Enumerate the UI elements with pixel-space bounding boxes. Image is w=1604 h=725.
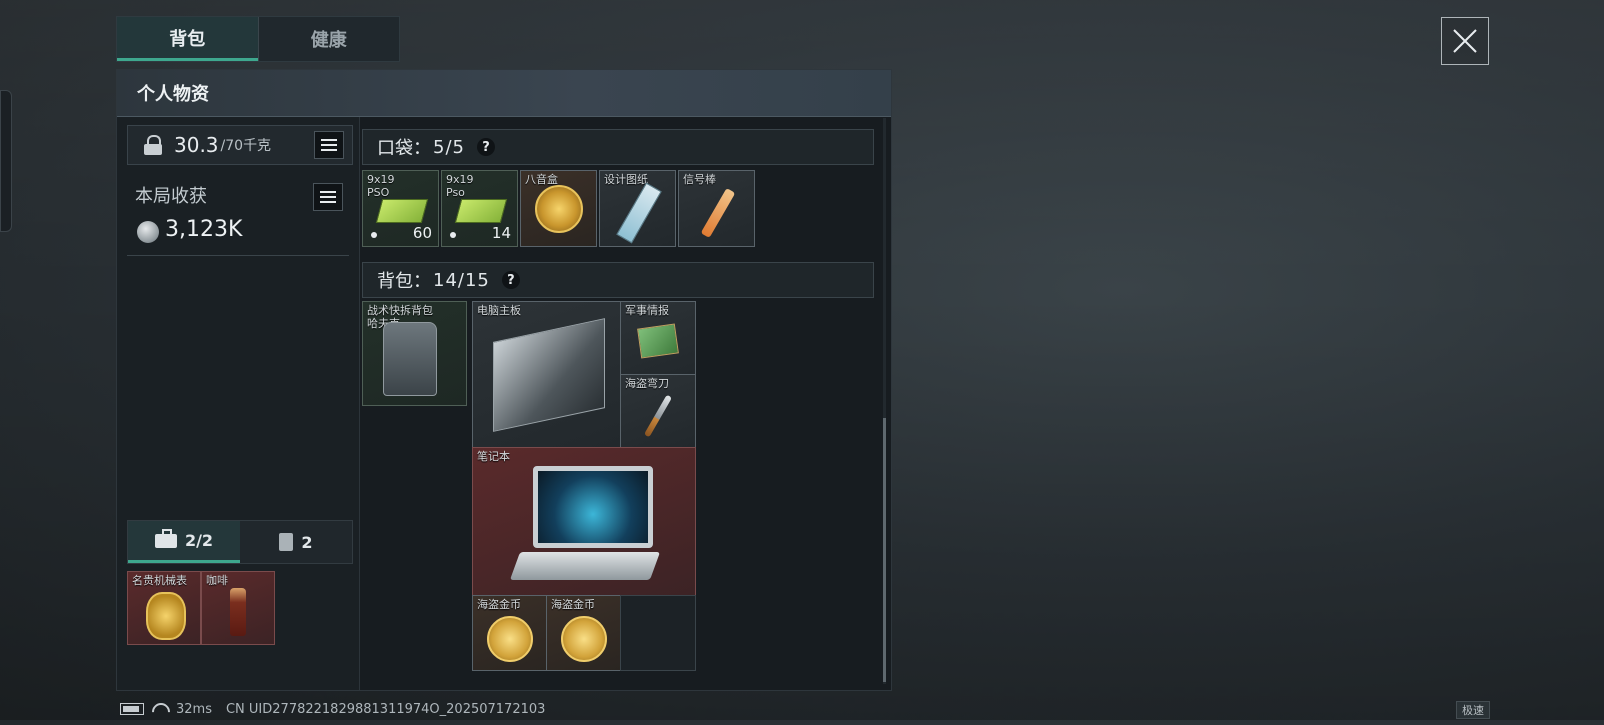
item-name: 设计图纸: [604, 173, 648, 186]
safe-box-count: 2/2: [184, 531, 214, 550]
pocket-item-flare[interactable]: 信号棒: [678, 170, 755, 247]
tab-safe-box[interactable]: 2/2: [128, 521, 240, 563]
backpack-item-laptop[interactable]: 笔记本: [472, 447, 696, 597]
tab-backpack[interactable]: 背包: [117, 17, 258, 61]
user-uid: CN UID2778221829881311974O_202507172103: [225, 701, 546, 717]
item-name: 八音盒: [525, 173, 558, 186]
battery-icon: [120, 703, 144, 715]
canister-icon: [279, 533, 294, 551]
top-tab-bar: 背包 健康: [116, 16, 400, 62]
item-name: 海盗金币: [477, 598, 521, 611]
ping-value: 32ms: [176, 701, 212, 717]
item-name: 海盗金币: [551, 598, 595, 611]
weight-current: 30.3: [174, 133, 219, 157]
safe-item-coffee[interactable]: 咖啡: [201, 571, 275, 645]
harvest-label: 本局收获: [135, 186, 207, 207]
laptop-icon: [533, 466, 653, 548]
backpack-icon: [383, 322, 437, 396]
backpack-header: 背包： 14/15 ?: [362, 262, 874, 298]
item-name: 咖啡: [206, 574, 228, 587]
harvest-list-button[interactable]: [313, 183, 343, 211]
coffee-bottle-icon: [230, 588, 246, 636]
pocket-help-icon[interactable]: ?: [476, 138, 495, 156]
briefcase-icon: [154, 528, 177, 548]
knife-icon: [643, 394, 673, 438]
flare-icon: [700, 187, 736, 239]
list-icon-line: [320, 196, 336, 198]
motherboard-icon: [493, 318, 605, 432]
ammo-icon: [454, 199, 508, 223]
intel-chip-icon: [637, 323, 679, 359]
weight-max: /70千克: [220, 138, 272, 154]
backpack-item-intel[interactable]: 军事情报: [620, 301, 696, 376]
tab-health[interactable]: 健康: [257, 17, 400, 61]
list-icon-line: [321, 149, 337, 151]
safe-item-watch[interactable]: 名贵机械表: [127, 571, 201, 645]
safe-box-tabs: 2/2 2: [127, 520, 353, 564]
item-dot: [450, 232, 456, 238]
personal-stats-column: 30.3 /70千克 本局收获 3,123K 2/2 2 名贵机械表 咖啡: [117, 117, 360, 690]
storage-column: 口袋： 5/5 ? 9x19 PSO 60 9x19 Pso 14 八音盒 设计…: [359, 117, 891, 690]
item-name: 电脑主板: [477, 304, 521, 317]
weight-lock-icon: [144, 135, 162, 155]
list-icon-line: [321, 144, 337, 146]
music-box-icon: [535, 185, 583, 233]
item-name: 海盗弯刀: [625, 377, 669, 390]
weight-box: 30.3 /70千克: [127, 125, 353, 165]
close-button[interactable]: [1441, 17, 1489, 65]
speed-badge: 极速: [1456, 701, 1490, 719]
item-name: 信号棒: [683, 173, 716, 186]
backpack-item-motherboard[interactable]: 电脑主板: [472, 301, 622, 449]
backpack-item-cutlass[interactable]: 海盗弯刀: [620, 374, 696, 449]
equipped-backpack[interactable]: 战术快拆背包 哈夫克: [362, 301, 467, 406]
pocket-item-music-box[interactable]: 八音盒: [520, 170, 597, 247]
item-name: 9x19 PSO: [367, 173, 395, 199]
item-name: 9x19 Pso: [446, 173, 474, 199]
weight-list-button[interactable]: [314, 131, 344, 159]
backpack-item-coin-2[interactable]: 海盗金币: [546, 595, 622, 671]
item-dot: [371, 232, 377, 238]
side-drawer-handle[interactable]: [0, 90, 12, 232]
blueprint-icon: [616, 182, 662, 244]
list-icon: [321, 139, 337, 141]
pocket-header: 口袋： 5/5 ?: [362, 129, 874, 165]
watch-icon: [146, 592, 186, 640]
pocket-item-ammo-2[interactable]: 9x19 Pso 14: [441, 170, 518, 247]
inventory-panel: 个人物资 30.3 /70千克 本局收获 3,123K 2/2 2 名贵机械表 …: [116, 69, 892, 691]
list-icon: [320, 191, 336, 193]
status-bar: 32ms CN UID2778221829881311974O_20250717…: [120, 700, 545, 718]
backpack-item-coin-1[interactable]: 海盗金币: [472, 595, 548, 671]
panel-header: 个人物资: [117, 70, 891, 117]
item-name: 军事情报: [625, 304, 669, 317]
close-icon: [1453, 29, 1477, 53]
panel-title: 个人物资: [137, 84, 209, 105]
scrollbar-thumb[interactable]: [883, 418, 886, 682]
gold-coin-icon: [487, 616, 533, 662]
item-name: 名贵机械表: [132, 574, 187, 587]
pocket-item-ammo-1[interactable]: 9x19 PSO 60: [362, 170, 439, 247]
pocket-label: 口袋：: [377, 138, 431, 159]
backpack-empty-slot[interactable]: [620, 595, 696, 671]
backpack-help-icon[interactable]: ?: [501, 271, 520, 289]
tab-canister[interactable]: 2: [240, 521, 352, 563]
harvest-value: 3,123K: [165, 217, 243, 242]
currency-icon: [137, 221, 159, 243]
backpack-label: 背包：: [377, 271, 431, 292]
pocket-item-blueprint[interactable]: 设计图纸: [599, 170, 676, 247]
wifi-icon: [152, 703, 168, 715]
pocket-count: 5/5: [433, 136, 465, 158]
backpack-count: 14/15: [433, 269, 490, 291]
gold-coin-icon: [561, 616, 607, 662]
item-count: 14: [491, 224, 511, 242]
divider: [127, 255, 349, 256]
list-icon-line: [320, 201, 336, 203]
canister-count: 2: [301, 532, 313, 552]
laptop-keyboard-icon: [509, 552, 661, 580]
ammo-icon: [375, 199, 429, 223]
item-count: 60: [412, 224, 432, 242]
item-name: 笔记本: [477, 450, 510, 463]
